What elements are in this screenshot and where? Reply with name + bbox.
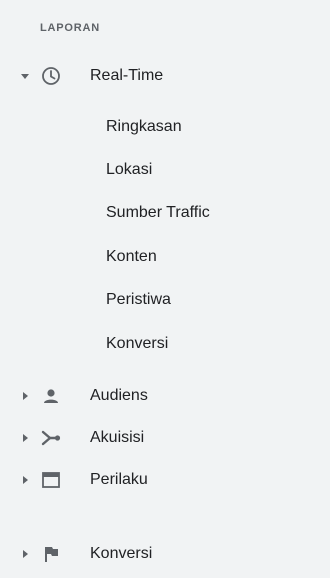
flag-icon [40,543,62,565]
nav-item-realtime[interactable]: Real-Time [0,58,330,94]
nav-item-label: Audiens [90,387,148,404]
subnav-item-konten[interactable]: Konten [106,248,157,266]
nav-item-label: Konversi [90,545,153,562]
caret-right-icon[interactable] [20,391,30,401]
subnav-item-ringkasan[interactable]: Ringkasan [106,118,182,136]
nav-item-label: Akuisisi [90,429,145,446]
nav-item-perilaku[interactable]: Perilaku [0,462,330,498]
caret-right-icon[interactable] [20,549,30,559]
person-icon [40,385,62,407]
nav-item-akuisisi[interactable]: Akuisisi [0,420,330,456]
section-title: LAPORAN [40,22,100,34]
acquisition-icon [40,427,62,449]
subnav-item-konversi[interactable]: Konversi [106,335,168,353]
subnav-item-lokasi[interactable]: Lokasi [106,161,152,179]
subnav-item-peristiwa[interactable]: Peristiwa [106,291,171,309]
caret-right-icon[interactable] [20,475,30,485]
caret-down-icon[interactable] [20,71,30,81]
nav-item-audiens[interactable]: Audiens [0,378,330,414]
behavior-icon [40,469,62,491]
nav-item-label: Real-Time [90,67,164,84]
clock-icon [40,65,62,87]
nav-item-konversi[interactable]: Konversi [0,536,330,572]
nav-item-label: Perilaku [90,471,148,488]
reports-nav: LAPORAN Real-Time Ringkasan Lokasi Sumbe… [0,0,330,578]
caret-right-icon[interactable] [20,433,30,443]
subnav-item-sumber-traffic[interactable]: Sumber Traffic [106,204,210,222]
